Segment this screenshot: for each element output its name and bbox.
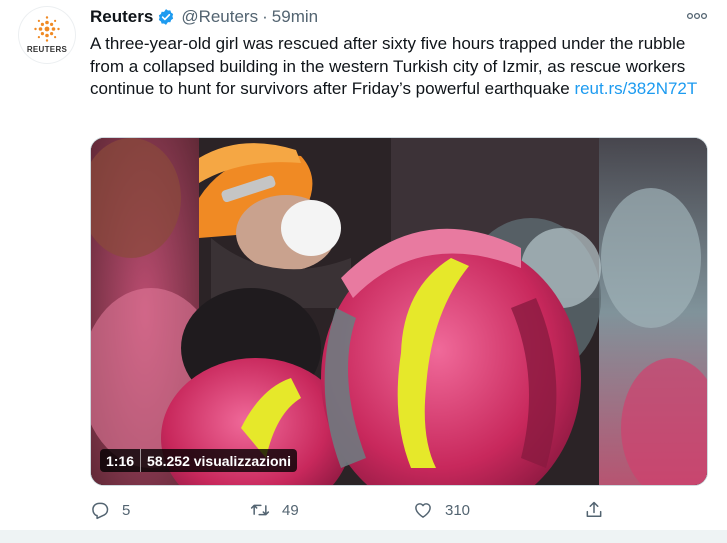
header-separator: · (262, 7, 268, 26)
retweet-count: 49 (282, 501, 299, 519)
reply-icon (92, 502, 109, 520)
share-button[interactable] (584, 497, 616, 523)
ellipsis-icon (686, 12, 708, 20)
reuters-logo-icon (34, 15, 60, 42)
retweet-button[interactable]: 49 (250, 497, 299, 523)
more-options-icon[interactable] (684, 7, 710, 25)
like-count: 310 (445, 501, 471, 519)
video-info-badge: 1:16 58.252 visualizzazioni (100, 449, 297, 472)
heart-icon (415, 503, 431, 518)
video-frame (91, 138, 707, 485)
tweet-text: A three-year-old girl was rescued after … (90, 33, 710, 101)
timeline-divider (0, 530, 727, 543)
author-handle[interactable]: @Reuters (181, 7, 258, 27)
video-duration: 1:16 (100, 449, 142, 472)
video-player[interactable] (90, 137, 708, 486)
retweet-icon (250, 504, 270, 516)
verified-badge-icon (159, 9, 174, 25)
share-icon (586, 501, 602, 517)
reply-count: 5 (122, 501, 131, 519)
tweet-link[interactable]: reut.rs/382N72T (574, 79, 697, 98)
avatar-logo-text: REUTERS (26, 44, 68, 54)
tweet-timestamp[interactable]: 59min (272, 7, 318, 27)
reply-button[interactable]: 5 (90, 497, 130, 523)
tweet-header: Reuters @Reuters · 59min (90, 6, 318, 28)
like-button[interactable]: 310 (413, 497, 470, 523)
author-name[interactable]: Reuters (90, 7, 153, 27)
tweet-actions: 5 49 310 (90, 497, 620, 523)
video-views: 58.252 visualizzazioni (147, 452, 291, 469)
reuters-avatar[interactable]: REUTERS (18, 6, 76, 64)
